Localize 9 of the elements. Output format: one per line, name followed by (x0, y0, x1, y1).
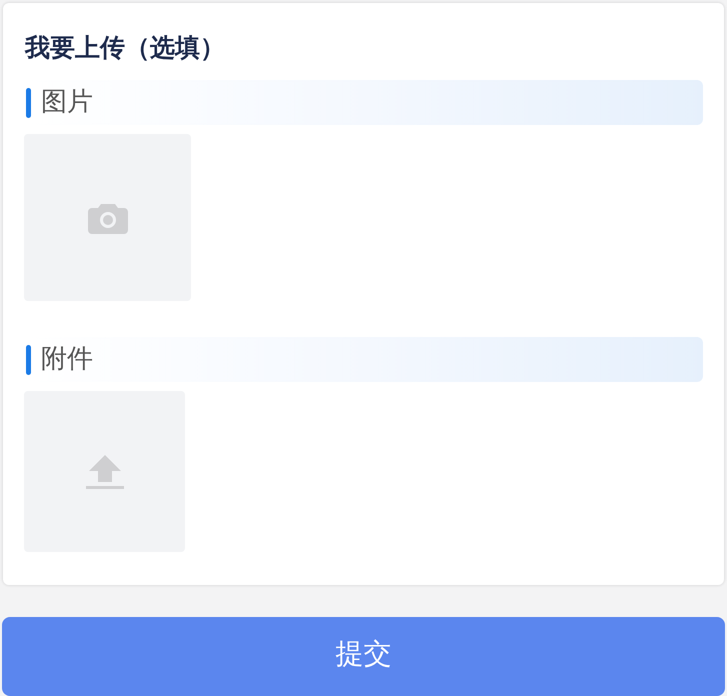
upload-file-button[interactable] (24, 391, 185, 552)
accent-bar (26, 88, 31, 118)
section-label: 图片 (41, 86, 93, 119)
submit-button[interactable]: 提交 (2, 617, 725, 696)
accent-bar (26, 344, 31, 374)
section-label: 附件 (41, 343, 93, 376)
card-title: 我要上传（选填） (25, 32, 226, 64)
upload-icon (84, 452, 124, 490)
add-image-button[interactable] (24, 134, 191, 301)
